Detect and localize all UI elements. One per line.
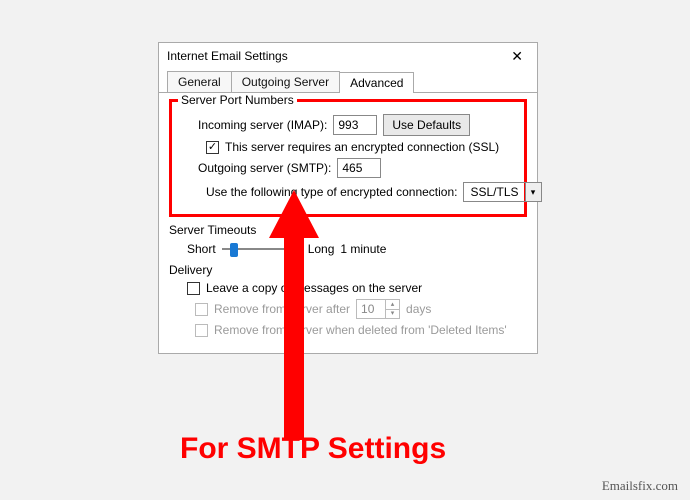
spinner-arrows: ▴ ▾: [385, 300, 399, 318]
slider-thumb[interactable]: [230, 243, 238, 257]
outgoing-port-input[interactable]: [337, 158, 381, 178]
encryption-label: Use the following type of encrypted conn…: [206, 185, 457, 199]
leave-copy-label: Leave a copy of messages on the server: [206, 281, 422, 295]
close-icon[interactable]: ✕: [505, 49, 529, 63]
watermark: Emailsfix.com: [602, 478, 678, 494]
days-value: 10: [357, 300, 385, 318]
encryption-value: SSL/TLS: [464, 185, 524, 199]
timeouts-row: Short Long 1 minute: [169, 241, 527, 257]
timeout-short-label: Short: [187, 242, 216, 256]
delivery-legend: Delivery: [169, 263, 527, 277]
timeout-long-label: Long: [308, 242, 335, 256]
use-defaults-button[interactable]: Use Defaults: [383, 114, 470, 136]
outgoing-row: Outgoing server (SMTP):: [180, 158, 516, 178]
titlebar: Internet Email Settings ✕: [159, 43, 537, 69]
settings-dialog: Internet Email Settings ✕ General Outgoi…: [158, 42, 538, 354]
annotation-caption: For SMTP Settings: [180, 432, 446, 466]
remove-deleted-checkbox[interactable]: [195, 324, 208, 337]
timeout-value: 1 minute: [340, 242, 386, 256]
days-spinner[interactable]: 10 ▴ ▾: [356, 299, 400, 319]
server-timeouts-legend: Server Timeouts: [169, 223, 527, 237]
tab-strip: General Outgoing Server Advanced: [159, 71, 537, 93]
server-port-legend: Server Port Numbers: [178, 93, 297, 107]
leave-copy-row: Leave a copy of messages on the server: [169, 281, 527, 295]
spinner-down-icon[interactable]: ▾: [386, 310, 399, 319]
outgoing-label: Outgoing server (SMTP):: [198, 161, 331, 175]
ssl-row: ✓ This server requires an encrypted conn…: [180, 140, 516, 154]
server-port-numbers-group: Server Port Numbers Incoming server (IMA…: [169, 99, 527, 217]
chevron-down-icon: ▾: [525, 183, 541, 201]
tab-outgoing-server[interactable]: Outgoing Server: [231, 71, 340, 92]
advanced-panel: Server Port Numbers Incoming server (IMA…: [159, 93, 537, 353]
ssl-checkbox[interactable]: ✓: [206, 141, 219, 154]
days-unit: days: [406, 302, 431, 316]
timeout-slider[interactable]: [222, 241, 302, 257]
remove-after-label: Remove from server after: [214, 302, 350, 316]
ssl-label: This server requires an encrypted connec…: [225, 140, 499, 154]
window-title: Internet Email Settings: [167, 49, 288, 63]
leave-copy-checkbox[interactable]: [187, 282, 200, 295]
incoming-row: Incoming server (IMAP): Use Defaults: [180, 114, 516, 136]
remove-after-row: Remove from server after 10 ▴ ▾ days: [169, 299, 527, 319]
encryption-select[interactable]: SSL/TLS ▾: [463, 182, 541, 202]
remove-deleted-row: Remove from server when deleted from 'De…: [169, 323, 527, 337]
tab-advanced[interactable]: Advanced: [339, 72, 414, 93]
spinner-up-icon[interactable]: ▴: [386, 300, 399, 310]
incoming-label: Incoming server (IMAP):: [198, 118, 327, 132]
encryption-row: Use the following type of encrypted conn…: [180, 182, 516, 202]
tab-general[interactable]: General: [167, 71, 232, 92]
remove-deleted-label: Remove from server when deleted from 'De…: [214, 323, 507, 337]
incoming-port-input[interactable]: [333, 115, 377, 135]
remove-after-checkbox[interactable]: [195, 303, 208, 316]
